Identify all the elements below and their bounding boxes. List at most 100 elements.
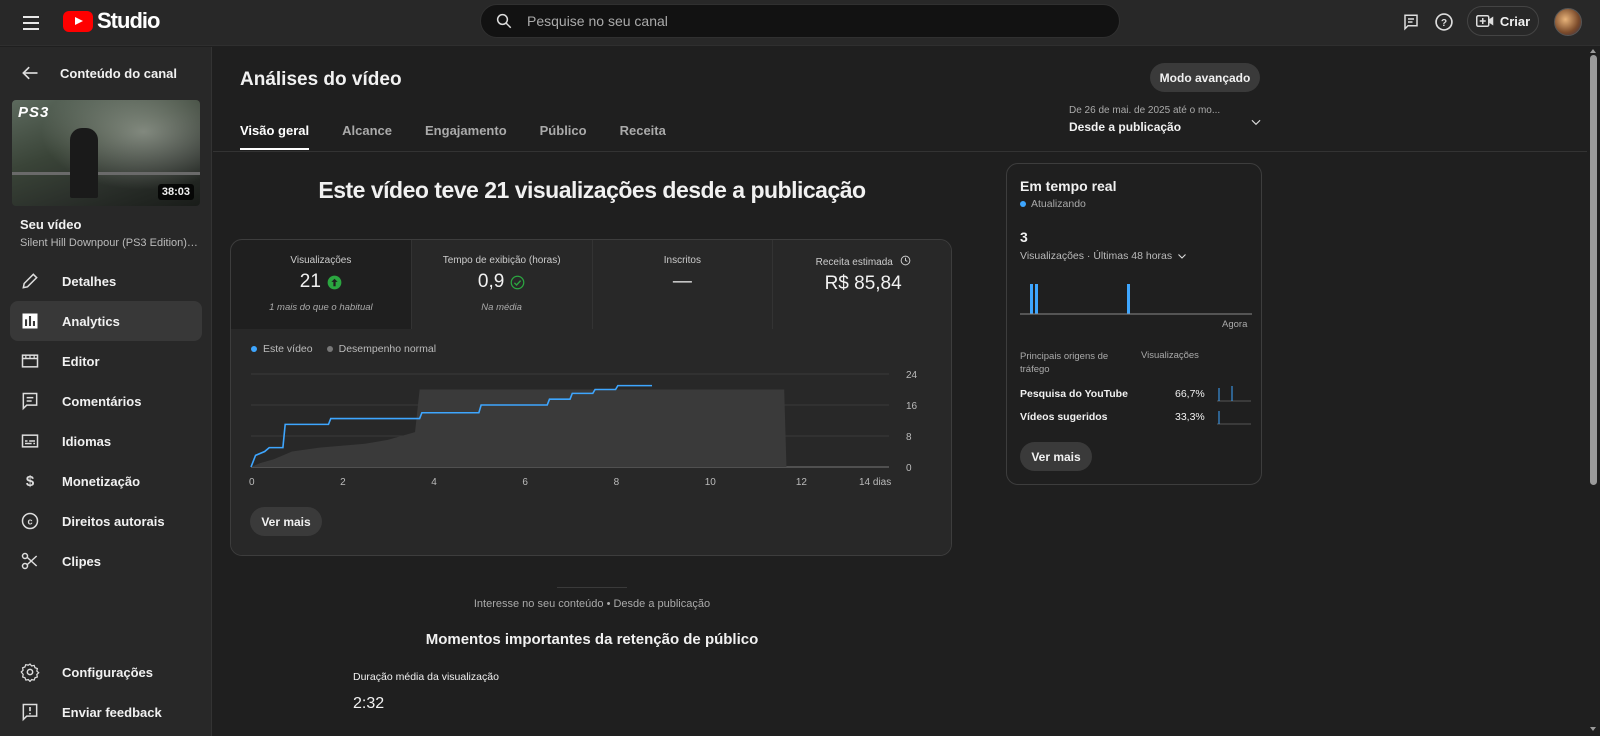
search-bar[interactable] [480, 4, 1120, 38]
sidebar-item-label: Clipes [62, 553, 102, 569]
y-tick-label: 8 [906, 432, 912, 443]
see-more-button[interactable]: Ver mais [250, 507, 322, 536]
sidebar-item-feedback[interactable]: Enviar feedback [10, 692, 202, 732]
sidebar-bottom-nav: Configurações Enviar feedback [10, 652, 202, 732]
x-tick-label: 2 [340, 477, 346, 488]
now-label: Agora [1222, 319, 1248, 330]
legend-dot [326, 346, 333, 353]
scroll-down-icon[interactable] [1590, 727, 1596, 731]
sidebar-item-editor[interactable]: Editor [10, 341, 202, 381]
sidebar-item-languages[interactable]: Idiomas [10, 421, 202, 461]
realtime-bar [1030, 284, 1033, 314]
tab-revenue[interactable]: Receita [620, 123, 666, 150]
source-sparkline [1217, 386, 1251, 402]
sidebar-item-label: Detalhes [62, 273, 117, 289]
search-input[interactable] [527, 13, 1087, 29]
video-thumbnail[interactable]: PS3 38:03 [12, 100, 200, 206]
help-icon[interactable]: ? [1433, 11, 1455, 33]
video-title: Silent Hill Downpour (PS3 Edition) G... [20, 237, 200, 249]
back-to-channel-content[interactable]: Conteúdo do canal [20, 63, 177, 83]
sidebar-item-label: Editor [62, 353, 100, 369]
x-tick-label: 14 dias [859, 477, 891, 488]
create-label: Criar [1499, 13, 1531, 29]
metric-views[interactable]: Visualizações 21 1 mais do que o habitua… [231, 240, 412, 329]
x-tick-label: 12 [796, 477, 808, 488]
sidebar-item-clips[interactable]: Clipes [10, 541, 202, 581]
scroll-up-icon[interactable] [1590, 49, 1596, 53]
arrow-up-circle-icon [327, 275, 342, 289]
x-tick-label: 0 [249, 477, 255, 488]
metric-watch-time[interactable]: Tempo de exibição (horas) 0,9 Na média [411, 240, 593, 329]
realtime-count: 3 [1020, 229, 1028, 245]
create-button[interactable]: Criar [1467, 6, 1539, 36]
realtime-bar [1035, 284, 1038, 314]
sidebar-item-details[interactable]: Detalhes [10, 261, 202, 301]
comment-icon [22, 392, 38, 411]
metric-revenue[interactable]: Receita estimada R$ 85,84 [773, 240, 951, 329]
legend-dot [251, 346, 257, 353]
svg-text:c: c [27, 516, 32, 526]
sidebar-item-label: Configurações [62, 664, 154, 680]
x-tick-label: 8 [614, 477, 620, 488]
tab-reach[interactable]: Alcance [342, 123, 392, 150]
metric-label: Tempo de exibição (horas) [442, 255, 561, 266]
sidebar-item-settings[interactable]: Configurações [10, 652, 202, 692]
main-content: Análises do vídeo Modo avançado Visão ge… [213, 47, 1587, 736]
ps3-badge: PS3 [18, 104, 50, 121]
create-video-icon [1475, 15, 1494, 27]
metric-note: 1 mais do que o habitual [269, 302, 373, 313]
metric-value: 21 [299, 271, 321, 292]
realtime-period-selector[interactable]: Visualizações · Últimas 48 horas [1020, 250, 1188, 262]
editor-icon [21, 354, 39, 368]
menu-icon[interactable] [18, 10, 44, 36]
sidebar-item-label: Direitos autorais [62, 513, 165, 529]
tab-overview[interactable]: Visão geral [240, 123, 310, 150]
metric-value: — [672, 271, 692, 292]
metric-value: 0,9 [477, 271, 505, 292]
sidebar-item-label: Idiomas [62, 433, 112, 449]
sources-header: Principais origens de tráfego [1020, 351, 1109, 375]
tab-audience[interactable]: Público [540, 123, 587, 150]
logo-text: Studio [97, 8, 160, 33]
x-tick-label: 6 [522, 477, 528, 488]
metric-value-wrap: 21 [231, 271, 411, 293]
sidebar-item-analytics[interactable]: Analytics [10, 301, 202, 341]
legend-normal: Desempenho normal [326, 343, 436, 355]
advanced-mode-button[interactable]: Modo avançado [1150, 63, 1260, 92]
dollar-icon: $ [26, 473, 35, 490]
chevron-down-icon [1251, 119, 1261, 126]
normal-performance-area [251, 389, 889, 467]
realtime-see-more-button[interactable]: Ver mais [1020, 442, 1092, 471]
scissors-icon [21, 552, 38, 570]
avg-duration-value: 2:32 [353, 695, 385, 712]
scrollbar[interactable] [1587, 47, 1600, 736]
avatar[interactable] [1554, 8, 1582, 36]
section-divider [557, 587, 627, 588]
source-sparkline [1217, 411, 1251, 425]
views-chart: 2416800 2 4 6 8 10 12 14 dias [249, 370, 918, 488]
feedback-icon [22, 703, 38, 722]
sidebar-nav: Detalhes Analytics Editor Comentários Id… [10, 261, 202, 581]
source-pct: 33,3% [1175, 411, 1205, 423]
sidebar-item-monetization[interactable]: $ Monetização [10, 461, 202, 501]
live-dot [1020, 201, 1026, 207]
sidebar-item-comments[interactable]: Comentários [10, 381, 202, 421]
tab-engagement[interactable]: Engajamento [425, 123, 507, 150]
feedback-icon[interactable] [1400, 11, 1422, 33]
traffic-source-row: Pesquisa do YouTube 66,7% [1020, 384, 1251, 404]
studio-logo[interactable]: Studio [63, 8, 160, 34]
search-icon [496, 13, 512, 29]
duration-badge: 38:03 [157, 184, 194, 200]
sidebar-item-copyright[interactable]: c Direitos autorais [10, 501, 202, 541]
date-range-selector[interactable]: De 26 de mai. de 2025 até o mo... Desde … [1069, 105, 1269, 134]
overview-card: Visualizações 21 1 mais do que o habitua… [230, 239, 952, 556]
metric-subscribers[interactable]: Inscritos — [592, 240, 774, 329]
top-bar: Studio ? Criar [0, 0, 1600, 46]
your-video-label: Seu vídeo [20, 217, 82, 232]
metric-value-wrap: — [593, 271, 773, 293]
scrollbar-thumb[interactable] [1590, 55, 1597, 485]
source-pct: 66,7% [1175, 388, 1205, 400]
views-chart-area: 24 16 8 0 0 2 4 6 8 10 12 14 dias Este vídeo Desemp… [231, 329, 951, 555]
youtube-logo-icon [63, 10, 93, 32]
source-name: Vídeos sugeridos [1020, 411, 1108, 423]
